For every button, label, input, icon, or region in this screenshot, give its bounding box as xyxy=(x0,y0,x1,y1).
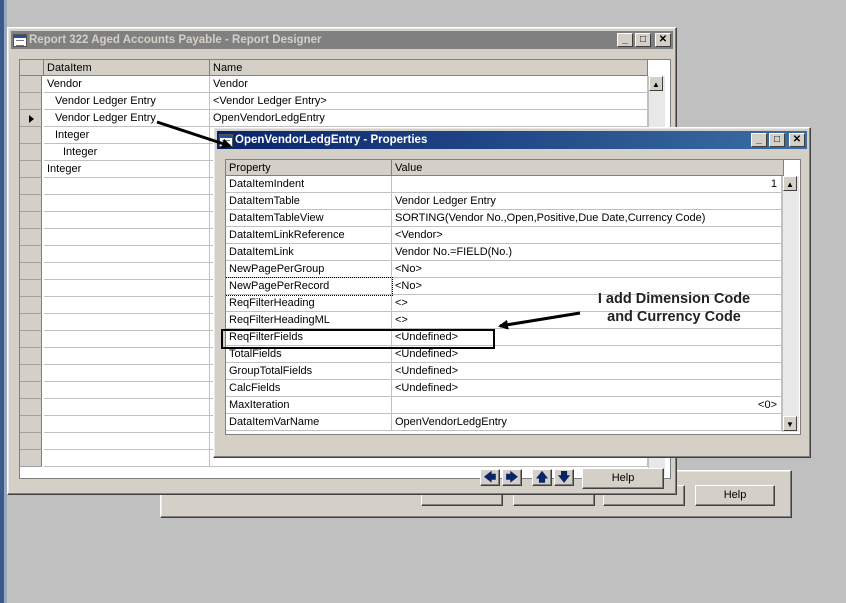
annotation-arrows xyxy=(156,120,581,330)
annotation-arrow-to-dataitem xyxy=(156,120,232,149)
annotation-arrow-to-reqfilterfields xyxy=(498,311,581,330)
